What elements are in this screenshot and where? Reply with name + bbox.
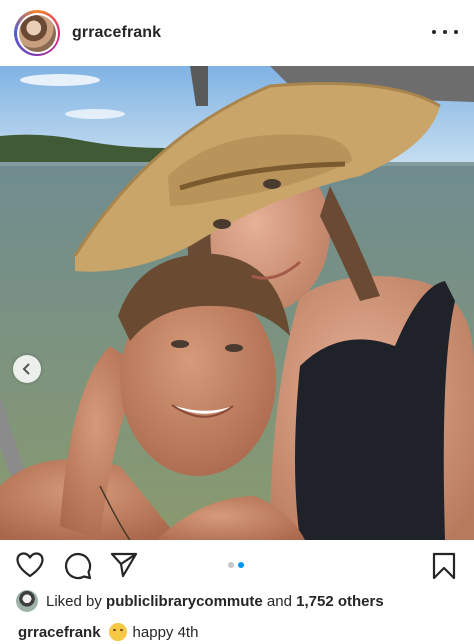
comment-icon[interactable] <box>64 552 92 585</box>
likes-prefix: Liked by <box>46 592 102 610</box>
photo-illustration <box>0 66 474 540</box>
liker-avatar[interactable] <box>16 590 38 612</box>
carousel-dot-active <box>238 562 244 568</box>
dot <box>454 30 458 34</box>
heart-icon[interactable] <box>16 552 44 583</box>
post-actions <box>0 540 474 590</box>
dot <box>432 30 436 34</box>
post-username[interactable]: grracefrank <box>72 24 161 42</box>
chevron-left-icon <box>22 363 30 375</box>
send-icon[interactable] <box>110 552 138 583</box>
carousel-indicator <box>228 562 244 568</box>
likes-others-link[interactable]: 1,752 others <box>296 593 384 610</box>
post-header: grracefrank <box>0 0 474 66</box>
caption-text: happy 4th <box>132 623 199 641</box>
more-options-icon[interactable] <box>432 22 458 42</box>
dot <box>443 30 447 34</box>
carousel-dot <box>228 562 234 568</box>
smiling-face-icon <box>108 623 127 641</box>
likes-and: and <box>266 592 292 610</box>
likes-summary: Liked by publiclibrarycommute and 1,752 … <box>16 588 384 614</box>
post-caption: grracefrank happy 4th <box>18 620 198 644</box>
profile-avatar[interactable] <box>14 10 60 56</box>
bookmark-icon[interactable] <box>432 552 456 585</box>
avatar-border <box>16 12 58 54</box>
caption-username[interactable]: grracefrank <box>18 624 101 641</box>
avatar-image <box>18 14 56 52</box>
liked-by-username[interactable]: publiclibrarycommute <box>106 593 263 610</box>
carousel-prev-button[interactable] <box>13 355 41 383</box>
post-photo[interactable] <box>0 66 474 540</box>
